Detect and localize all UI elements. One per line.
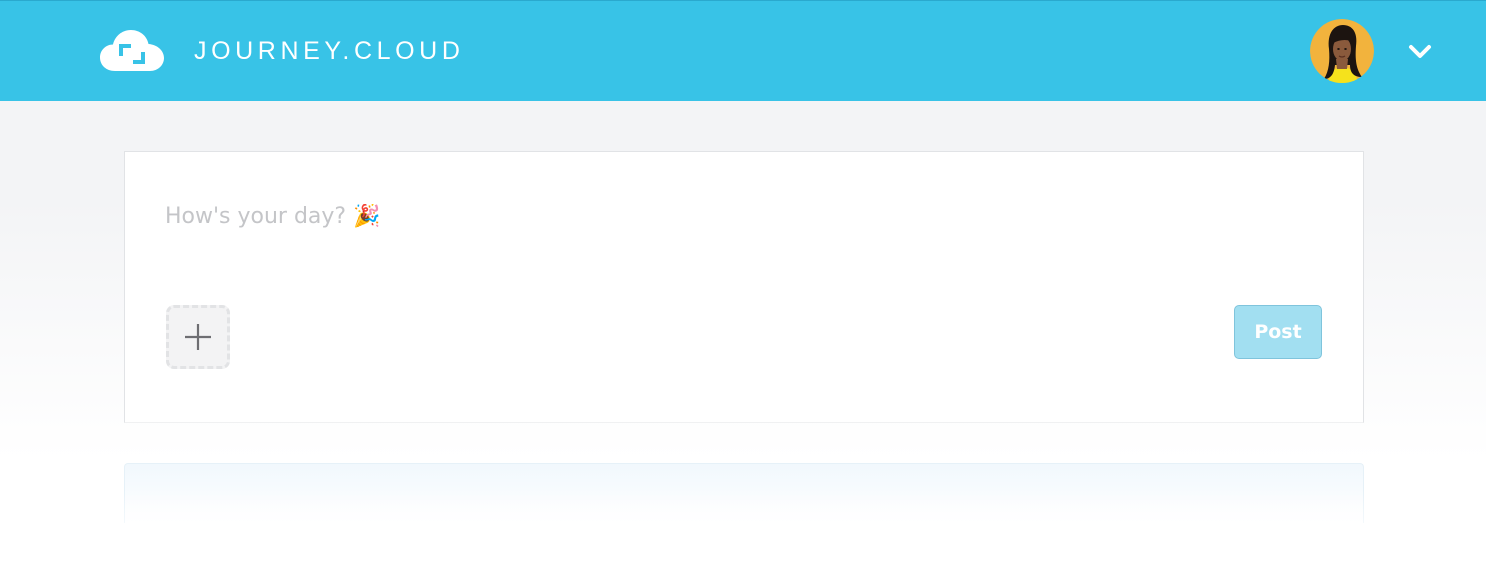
feed-fade-overlay bbox=[0, 490, 1486, 574]
brand-name: JOURNEY.CLOUD bbox=[194, 37, 465, 65]
top-bar: JOURNEY.CLOUD bbox=[0, 0, 1486, 101]
post-composer: Post bbox=[124, 151, 1364, 423]
cloud-logo-icon bbox=[100, 30, 164, 71]
post-button[interactable]: Post bbox=[1234, 305, 1322, 359]
add-media-button[interactable] bbox=[166, 305, 230, 369]
brand-logo[interactable]: JOURNEY.CLOUD bbox=[100, 29, 465, 73]
chevron-down-icon bbox=[1409, 45, 1431, 58]
user-avatar[interactable] bbox=[1310, 19, 1374, 83]
plus-icon bbox=[185, 324, 211, 350]
account-menu-toggle[interactable] bbox=[1402, 37, 1438, 67]
status-input[interactable] bbox=[165, 196, 1265, 236]
